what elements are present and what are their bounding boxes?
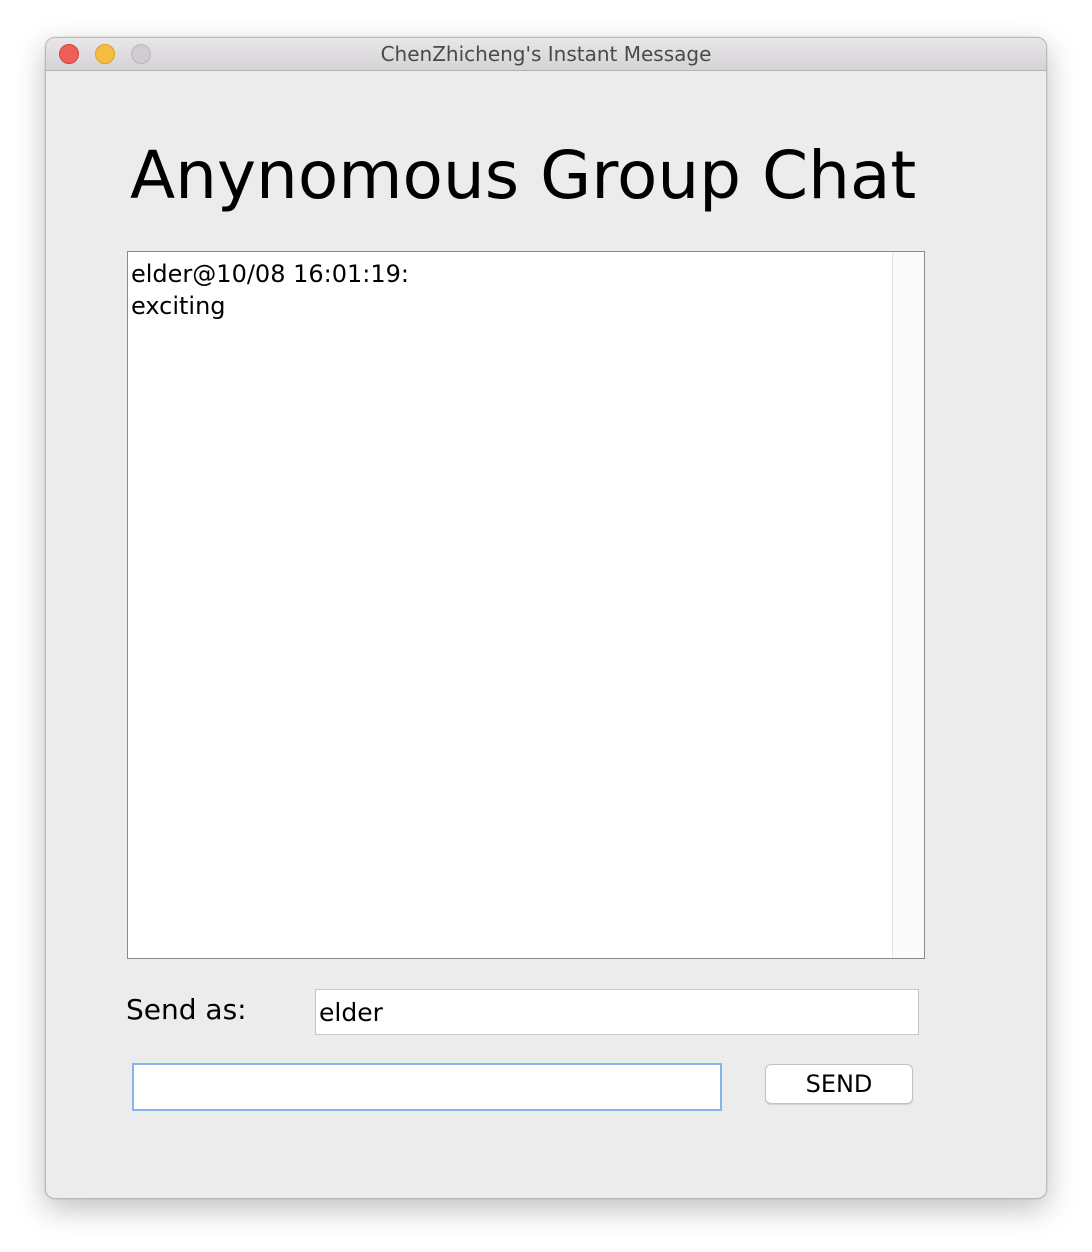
maximize-icon[interactable] [131,44,151,64]
username-field[interactable] [315,989,919,1035]
message-list: elder@10/08 16:01:19: exciting [131,258,409,322]
message-body: exciting [131,292,226,320]
send-as-label: Send as: [126,993,247,1026]
page-title: Anynomous Group Chat [130,137,917,214]
send-button[interactable]: SEND [765,1064,913,1104]
close-icon[interactable] [59,44,79,64]
window-title: ChenZhicheng's Instant Message [380,42,712,66]
minimize-icon[interactable] [95,44,115,64]
title-bar[interactable]: ChenZhicheng's Instant Message [46,38,1046,71]
message-input[interactable] [132,1063,722,1111]
vertical-scrollbar[interactable] [892,252,924,958]
chat-log[interactable]: elder@10/08 16:01:19: exciting [127,251,925,959]
app-window: ChenZhicheng's Instant Message Anynomous… [45,37,1047,1199]
message-header: elder@10/08 16:01:19: [131,260,409,288]
